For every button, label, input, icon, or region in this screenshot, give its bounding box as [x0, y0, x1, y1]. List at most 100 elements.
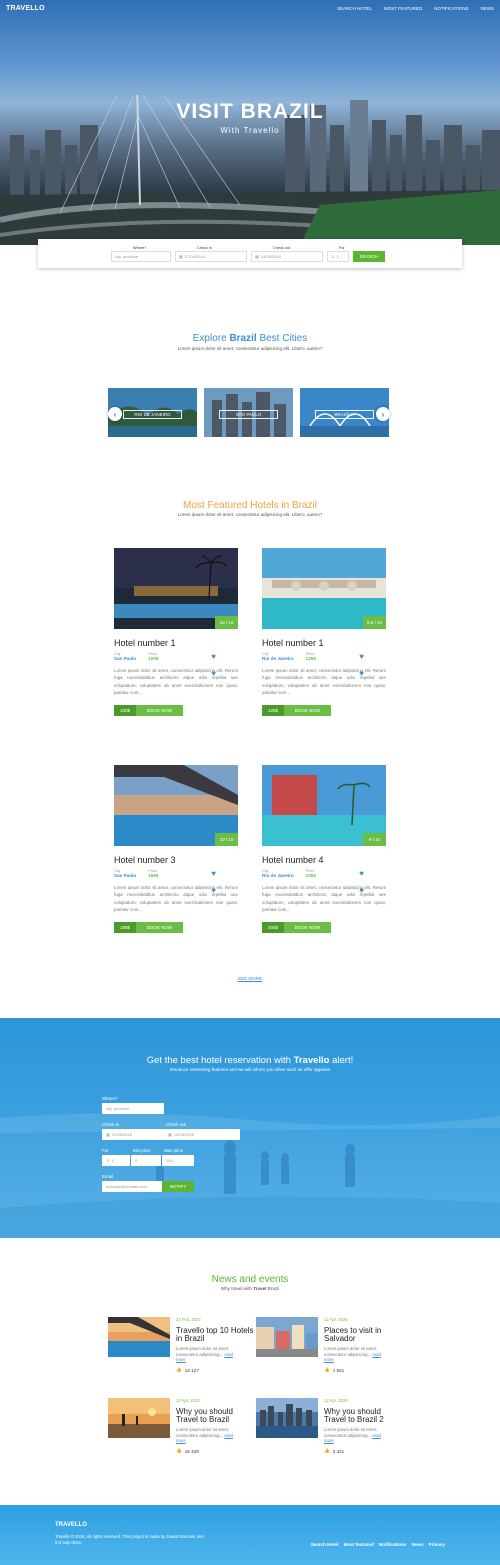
hotel-name[interactable]: Hotel number 1 [114, 638, 238, 648]
city-card-sao-paulo[interactable]: SÃO PAULO [204, 388, 293, 437]
news-excerpt: Lorem ipsum dolor sit amet, consectetur … [324, 1427, 381, 1444]
alert-where-input[interactable]: city, province [102, 1103, 164, 1114]
checkout-input[interactable]: ▦ 14/09/2018 [251, 250, 323, 262]
for-label: For [339, 245, 345, 250]
hotel-city: Sao Paulo [114, 656, 137, 661]
like-heart-icon[interactable]: ♥ [211, 886, 216, 895]
book-now-button[interactable]: 100$ BOOK NOW [114, 704, 183, 716]
hotel-price: 199$ [148, 873, 159, 878]
hotel-city: Rio de Janeiro [262, 656, 294, 661]
footer-link-search-hotel[interactable]: Search Hotel [311, 1542, 339, 1547]
like-heart-icon[interactable]: ♥ [359, 886, 364, 895]
hotel-description: Lorem ipsum dolor sit amet, consectetur … [114, 668, 238, 696]
hero-subtitle: With Travello [220, 126, 280, 135]
alert-email-label: Email [102, 1174, 113, 1179]
news-likes: 👍 3 321 [324, 1448, 345, 1454]
news-section-subtitle: Why travel with Travel Brazil [220, 1286, 280, 1291]
news-title[interactable]: Why you should Travel to Brazil [176, 1408, 254, 1424]
news-title[interactable]: Places to visit in Salvador [324, 1327, 402, 1343]
nav-link-notifications[interactable]: NOTIFICATIONS [434, 6, 468, 11]
hotel-name[interactable]: Hotel number 4 [262, 855, 386, 865]
hotel-image[interactable]: 9.5 / 10 [262, 548, 386, 629]
news-excerpt: Lorem ipsum dolor sit amet, consectetur … [176, 1427, 233, 1444]
guests-input[interactable]: ♙ 1 [327, 250, 349, 262]
news-item: 12 Apr, 2020 Why you should Travel to Br… [108, 1398, 256, 1458]
hotel-image[interactable]: 10 / 10 [114, 548, 238, 629]
nav-link-search-hotel[interactable]: SEARCH HOTEL [337, 6, 372, 11]
news-title[interactable]: Why you should Travel to Brazil 2 [324, 1408, 402, 1424]
calendar-icon: ▦ [168, 1132, 172, 1137]
calendar-icon: ▦ [255, 253, 259, 259]
news-item: 12 Apr, 2020 Why you should Travel to Br… [256, 1398, 404, 1458]
thumbs-up-icon[interactable]: 👍 [176, 1367, 182, 1373]
brand-logo[interactable]: TRAVELLO [6, 5, 45, 12]
hero-title: VISIT BRAZIL [176, 100, 324, 123]
hotel-description: Lorem ipsum dolor sit amet, consectetur … [114, 885, 238, 913]
footer-logo[interactable]: TRAVELLO [55, 1522, 87, 1528]
alert-min-price-input[interactable]: 0 [131, 1155, 161, 1166]
nav-link-most-featured[interactable]: MOST FEATURED [384, 6, 422, 11]
carousel-prev-arrow-icon[interactable]: ‹ [108, 407, 122, 421]
news-likes: 👍 13 127 [176, 1367, 199, 1373]
favorite-heart-icon[interactable]: ♥ [359, 869, 364, 878]
cities-section-subtitle: Lorem ipsum dolor sit amet, consectetur … [177, 346, 323, 351]
checkout-label: Check out [273, 245, 291, 250]
news-image[interactable] [108, 1317, 170, 1357]
hotel-price: 205$ [305, 873, 316, 878]
thumbs-up-icon[interactable]: 👍 [176, 1448, 182, 1454]
book-now-button[interactable]: 125$ BOOK NOW [262, 704, 331, 716]
book-now-button[interactable]: 199$ BOOK NOW [114, 921, 183, 933]
checkin-label: Check in [197, 245, 212, 250]
checkin-input[interactable]: ▦ 07/09/2018 [175, 250, 247, 262]
hotel-image[interactable]: 10 / 10 [114, 765, 238, 846]
notify-button[interactable]: NOTIFY [162, 1181, 194, 1192]
news-title[interactable]: Travello top 10 Hotels in Brazil [176, 1327, 254, 1343]
like-heart-icon[interactable]: ♥ [211, 669, 216, 678]
alert-where-label: Where? [102, 1096, 118, 1101]
hotel-card: 9.5 / 10 Hotel number 1 City Rio de Janei… [262, 548, 386, 716]
thumbs-up-icon[interactable]: 👍 [324, 1448, 330, 1454]
footer-link-privacy[interactable]: Privacy [429, 1542, 445, 1547]
news-image[interactable] [256, 1317, 318, 1357]
alert-checkout-input[interactable]: ▦ 14/09/2018 [164, 1129, 240, 1140]
news-date: 12 Apr, 2020 [176, 1398, 200, 1403]
featured-section-subtitle: Lorem ipsum dolor sit amet, consectetur … [177, 512, 323, 517]
see-more-link[interactable]: SEE MORE [0, 976, 500, 981]
favorite-heart-icon[interactable]: ♥ [211, 869, 216, 878]
alert-checkin-input[interactable]: ▦ 07/09/2018 [102, 1129, 164, 1140]
person-icon: ♙ [106, 1158, 110, 1163]
hotel-score-badge: 9 / 10 [363, 833, 386, 846]
alert-max-price-input[interactable]: 100 [162, 1155, 194, 1166]
hotel-image[interactable]: 9 / 10 [262, 765, 386, 846]
book-now-button[interactable]: 205$ BOOK NOW [262, 921, 331, 933]
news-likes: 👍 16 429 [176, 1448, 199, 1454]
news-date: 12 Apr, 2020 [324, 1398, 348, 1403]
where-input[interactable]: city, province [111, 250, 171, 262]
hotel-name[interactable]: Hotel number 1 [262, 638, 386, 648]
hotel-name[interactable]: Hotel number 3 [114, 855, 238, 865]
footer-link-most-featured[interactable]: Most featured [344, 1542, 374, 1547]
favorite-heart-icon[interactable]: ♥ [211, 652, 216, 661]
featured-section-title: Most Featured Hotels in Brazil [183, 500, 317, 511]
carousel-next-arrow-icon[interactable]: › [376, 407, 390, 421]
calendar-icon: ▦ [106, 1132, 110, 1137]
footer-link-notifications[interactable]: Notifications [379, 1542, 407, 1547]
person-icon: ♙ [331, 253, 335, 259]
hotel-description: Lorem ipsum dolor sit amet, consectetur … [262, 885, 386, 913]
footer-link-news[interactable]: News [412, 1542, 424, 1547]
alert-for-label: For [102, 1148, 109, 1153]
like-heart-icon[interactable]: ♥ [359, 669, 364, 678]
alert-email-input[interactable]: example@domain.com [102, 1181, 162, 1192]
favorite-heart-icon[interactable]: ♥ [359, 652, 364, 661]
hotel-card: 9 / 10 Hotel number 4 City Rio de Janeiro… [262, 765, 386, 933]
news-image[interactable] [256, 1398, 318, 1438]
news-item: 12 Apr, 2020 Places to visit in Salvador… [256, 1317, 404, 1377]
alert-guests-input[interactable]: ♙ 1 [102, 1155, 130, 1166]
city-label: RIO DE JANEIRO [123, 410, 182, 419]
nav-link-news[interactable]: NEWS [481, 6, 495, 11]
search-button[interactable]: SEARCH [353, 251, 385, 262]
alert-max-price-label: Max price [164, 1148, 184, 1153]
news-image[interactable] [108, 1398, 170, 1438]
hotel-description: Lorem ipsum dolor sit amet, consectetur … [262, 668, 386, 696]
thumbs-up-icon[interactable]: 👍 [324, 1367, 330, 1373]
